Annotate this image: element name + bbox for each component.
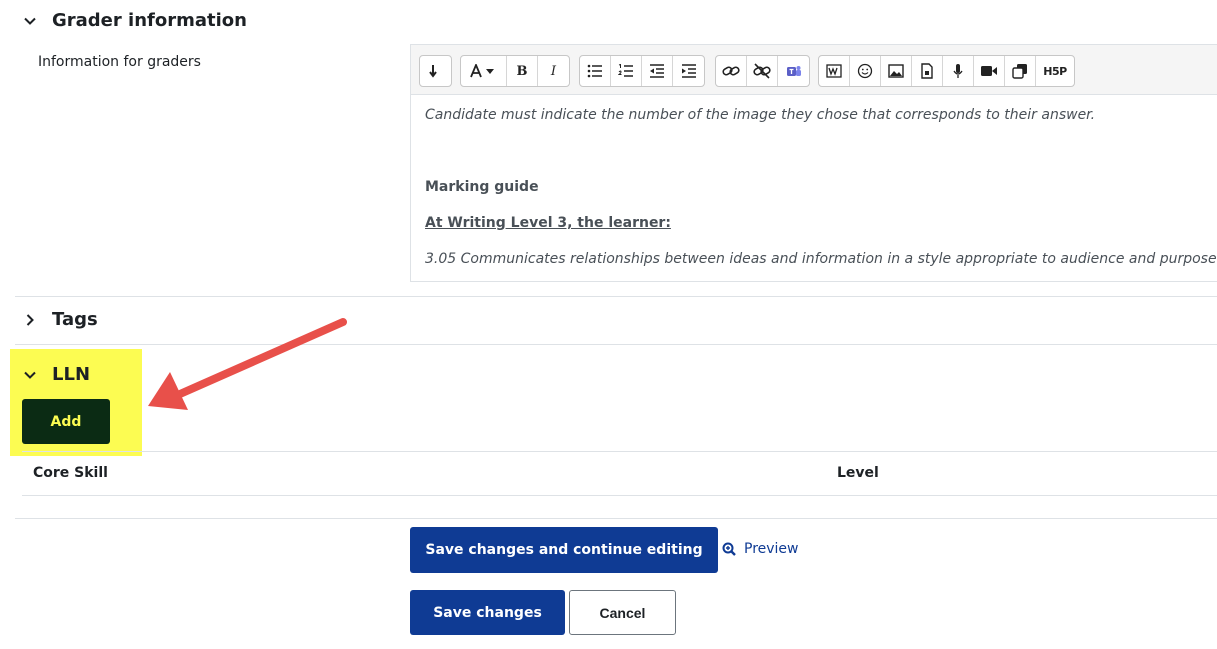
emoji-icon[interactable] — [850, 56, 881, 86]
divider — [15, 296, 1217, 297]
chevron-right-icon — [26, 313, 34, 326]
italic-icon[interactable]: I — [538, 56, 569, 86]
cancel-button[interactable]: Cancel — [569, 590, 676, 635]
toolbar-group-format: B I — [460, 55, 570, 87]
toolbar-group-lists — [579, 55, 705, 87]
copy-icon[interactable] — [1005, 56, 1036, 86]
lln-section-title: LLN — [52, 364, 91, 385]
grader-info-editor[interactable]: B I H5P Candidate must indicate the numb… — [410, 44, 1217, 282]
divider — [15, 518, 1217, 519]
record-video-icon[interactable] — [974, 56, 1005, 86]
table-header-border — [22, 495, 1217, 496]
core-skill-header: Core Skill — [33, 465, 108, 481]
tags-section-title: Tags — [52, 309, 98, 330]
unlink-icon[interactable] — [747, 56, 778, 86]
chevron-down-icon — [24, 371, 36, 379]
zoom-in-icon — [722, 542, 736, 556]
grader-section-title: Grader information — [52, 10, 247, 31]
chevron-down-icon — [24, 17, 36, 25]
media-file-icon[interactable] — [912, 56, 943, 86]
grader-field-label: Information for graders — [38, 54, 201, 70]
tags-section-header[interactable]: Tags — [22, 309, 98, 330]
unordered-list-icon[interactable] — [580, 56, 611, 86]
toolbar-group-links — [715, 55, 810, 87]
h5p-icon[interactable]: H5P — [1036, 56, 1074, 86]
link-icon[interactable] — [716, 56, 747, 86]
bold-icon[interactable]: B — [507, 56, 538, 86]
grader-intro-text: Candidate must indicate the number of th… — [425, 107, 1096, 123]
ordered-list-icon[interactable] — [611, 56, 642, 86]
image-icon[interactable] — [881, 56, 912, 86]
grader-section-header[interactable]: Grader information — [22, 10, 247, 31]
marking-guide-heading: Marking guide — [425, 179, 539, 195]
teams-icon[interactable] — [778, 56, 809, 86]
preview-label: Preview — [744, 541, 799, 557]
level-header: Level — [837, 465, 879, 481]
criterion-text: 3.05 Communicates relationships between … — [425, 251, 1217, 267]
annotation-arrow-icon — [148, 318, 347, 410]
record-audio-icon[interactable] — [943, 56, 974, 86]
lln-section-header[interactable]: LLN — [22, 364, 90, 385]
word-import-icon[interactable] — [819, 56, 850, 86]
save-button[interactable]: Save changes — [410, 590, 565, 635]
lln-add-button[interactable]: Add — [22, 399, 110, 444]
font-color-icon[interactable] — [461, 56, 507, 86]
level-heading: At Writing Level 3, the learner: — [425, 215, 671, 231]
editor-toolbar: B I H5P — [411, 45, 1217, 95]
indent-icon[interactable] — [673, 56, 704, 86]
outdent-icon[interactable] — [642, 56, 673, 86]
preview-link[interactable]: Preview — [722, 541, 799, 557]
toolbar-group-insert: H5P — [818, 55, 1075, 87]
save-continue-button[interactable]: Save changes and continue editing — [410, 527, 718, 573]
table-top-border — [22, 451, 1217, 452]
collapse-icon[interactable] — [420, 56, 451, 86]
toolbar-group-collapse — [419, 55, 452, 87]
